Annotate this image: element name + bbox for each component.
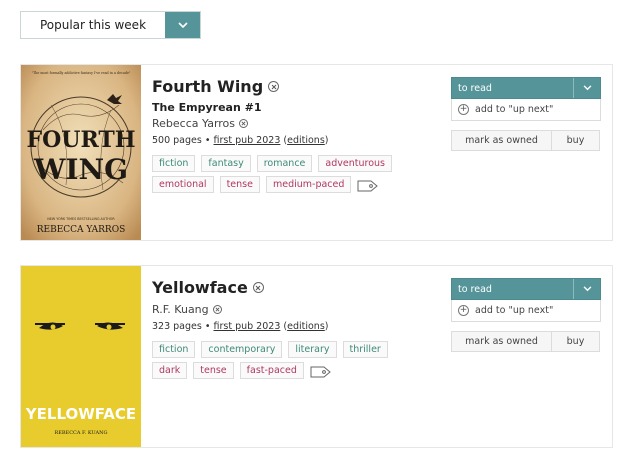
book-meta: 323 pages • first pub 2023 (editions) [152, 321, 329, 332]
cover-author: REBECCA YARROS [37, 225, 126, 235]
page-count: 500 pages [152, 135, 202, 146]
read-status-dropdown[interactable]: to read [451, 278, 601, 300]
tag[interactable]: tense [193, 362, 234, 379]
plus-circle-icon: + [458, 305, 469, 316]
buy-button[interactable]: buy [552, 130, 600, 151]
tag-list: fiction contemporary literary thriller d… [152, 341, 407, 379]
tag[interactable]: romance [256, 155, 313, 172]
first-pub-link[interactable]: first pub 2023 [214, 321, 281, 332]
tag[interactable]: dark [152, 362, 188, 379]
mark-owned-button[interactable]: mark as owned [451, 130, 552, 151]
book-series[interactable]: The Empyrean #1 [152, 101, 432, 114]
read-status-label[interactable]: to read [452, 78, 573, 98]
close-circle-icon[interactable] [239, 119, 249, 128]
add-up-next-button[interactable]: + add to "up next" [451, 99, 601, 121]
mark-owned-button[interactable]: mark as owned [451, 331, 552, 352]
buy-button[interactable]: buy [552, 331, 600, 352]
tag[interactable]: medium-paced [265, 176, 352, 193]
close-circle-icon[interactable] [252, 282, 264, 293]
cover-banner: NEW YORK TIMES BESTSELLING AUTHOR [47, 217, 115, 221]
page-count: 323 pages [152, 321, 202, 332]
tag[interactable]: thriller [342, 341, 388, 358]
add-up-next-label: add to "up next" [475, 104, 554, 115]
cover-title-top: FOURTH [26, 127, 135, 153]
tag-icon[interactable] [310, 364, 332, 378]
chevron-down-icon[interactable] [573, 78, 600, 98]
book-author[interactable]: Rebecca Yarros [152, 117, 235, 130]
tag[interactable]: fast-paced [239, 362, 304, 379]
cover-author: REBECCA F. KUANG [54, 430, 107, 436]
book-info: Yellowface R.F. Kuang 323 pages • first … [152, 278, 432, 379]
first-pub-link[interactable]: first pub 2023 [214, 135, 281, 146]
editions-link[interactable]: editions [287, 135, 325, 146]
tag[interactable]: contemporary [201, 341, 283, 358]
cover-title-bottom: WING [33, 153, 128, 186]
read-status-label[interactable]: to read [452, 279, 573, 299]
book-cover[interactable]: "The most formally addictive fantasy I'v… [21, 65, 141, 240]
book-title[interactable]: Yellowface [152, 278, 248, 297]
book-actions: to read + add to "up next" mark as owned… [451, 278, 601, 352]
add-up-next-label: add to "up next" [475, 305, 554, 316]
plus-circle-icon: + [458, 104, 469, 115]
close-circle-icon[interactable] [268, 81, 280, 92]
book-meta: 500 pages • first pub 2023 (editions) [152, 135, 329, 146]
book-info: Fourth Wing The Empyrean #1 Rebecca Yarr… [152, 77, 432, 193]
tag-icon[interactable] [357, 178, 379, 192]
sort-dropdown[interactable]: Popular this week [20, 11, 201, 39]
tag[interactable]: tense [219, 176, 260, 193]
add-up-next-button[interactable]: + add to "up next" [451, 300, 601, 322]
cover-blurb: "The most formally addictive fantasy I'v… [32, 71, 131, 75]
book-card: "The most formally addictive fantasy I'v… [20, 64, 613, 241]
tag[interactable]: fantasy [201, 155, 251, 172]
cover-title: YELLOWFACE [25, 405, 136, 423]
book-cover[interactable]: YELLOWFACE REBECCA F. KUANG [21, 266, 141, 447]
close-circle-icon[interactable] [212, 305, 222, 314]
book-author[interactable]: R.F. Kuang [152, 303, 209, 316]
tag-list: fiction fantasy romance adventurous emot… [152, 155, 407, 193]
book-card: YELLOWFACE REBECCA F. KUANG Yellowface R… [20, 265, 613, 448]
tag[interactable]: adventurous [318, 155, 392, 172]
book-actions: to read + add to "up next" mark as owned… [451, 77, 601, 151]
tag[interactable]: literary [288, 341, 337, 358]
tag[interactable]: emotional [152, 176, 214, 193]
editions-link[interactable]: editions [287, 321, 325, 332]
tag[interactable]: fiction [152, 155, 196, 172]
chevron-down-icon[interactable] [165, 12, 200, 38]
chevron-down-icon[interactable] [573, 279, 600, 299]
sort-dropdown-label: Popular this week [39, 18, 147, 32]
read-status-dropdown[interactable]: to read [451, 77, 601, 99]
tag[interactable]: fiction [152, 341, 196, 358]
book-title[interactable]: Fourth Wing [152, 77, 263, 96]
